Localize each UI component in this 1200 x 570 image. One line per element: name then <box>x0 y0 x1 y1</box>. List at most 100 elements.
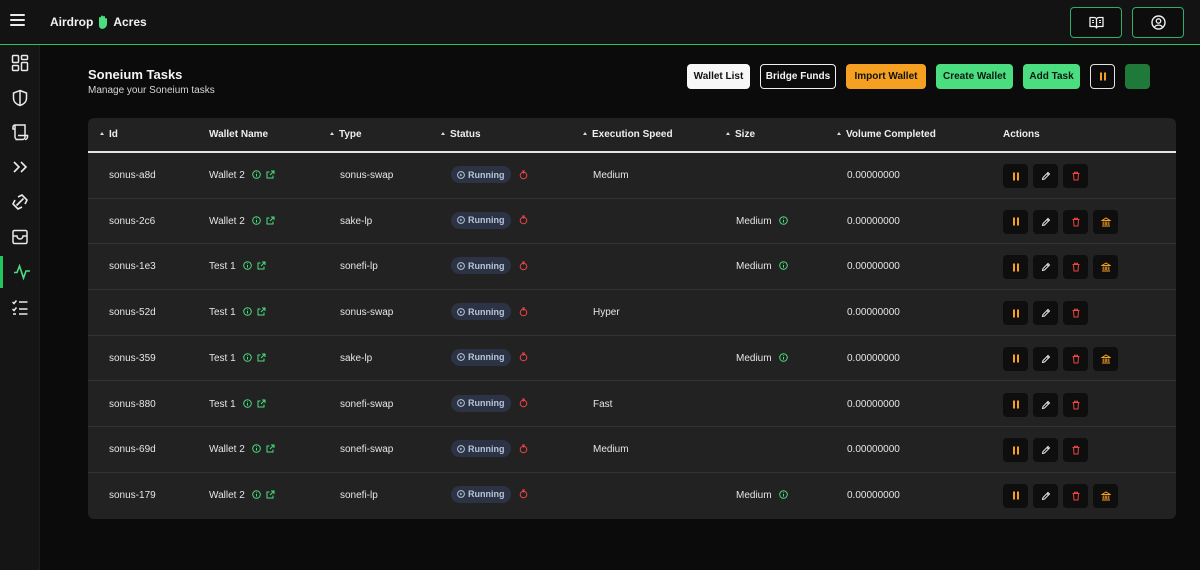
sidebar-item-scroll[interactable] <box>0 116 40 148</box>
column-header-id[interactable]: Id <box>100 129 118 140</box>
column-header-execution-speed[interactable]: Execution Speed <box>583 129 673 140</box>
sidebar-item-inbox[interactable] <box>0 221 40 253</box>
table-row: sonus-69d Wallet 2 sonefi-swap Running Mediu… <box>88 427 1176 473</box>
row-actions <box>1003 164 1088 188</box>
pause-task-button[interactable] <box>1003 255 1028 280</box>
external-link-icon[interactable] <box>257 261 266 273</box>
brand[interactable]: Airdrop Acres <box>50 15 147 29</box>
stop-timer-icon[interactable] <box>519 261 528 271</box>
pause-task-button[interactable] <box>1003 301 1028 326</box>
delete-task-button[interactable] <box>1063 346 1088 371</box>
external-link-icon[interactable] <box>266 490 275 502</box>
external-link-icon[interactable] <box>266 170 275 182</box>
delete-task-button[interactable] <box>1063 209 1088 234</box>
external-link-icon[interactable] <box>257 307 266 319</box>
pause-all-button[interactable] <box>1090 64 1115 89</box>
withdraw-liquidity-button[interactable] <box>1093 346 1118 371</box>
info-icon[interactable] <box>778 352 788 365</box>
column-header-size[interactable]: Size <box>726 129 755 140</box>
stop-timer-icon[interactable] <box>519 489 528 499</box>
task-type: sonus-swap <box>340 307 394 319</box>
bridge-funds-button[interactable]: Bridge Funds <box>760 64 836 89</box>
sidebar-item-forward[interactable] <box>0 151 40 183</box>
status-badge: Running <box>451 348 511 366</box>
status-label: Running <box>468 443 505 454</box>
external-link-icon[interactable] <box>257 353 266 365</box>
edit-task-button[interactable] <box>1033 346 1058 371</box>
user-circle-icon <box>1150 15 1166 30</box>
chevrons-right-icon <box>13 161 28 173</box>
pause-task-button[interactable] <box>1003 164 1028 188</box>
external-link-icon[interactable] <box>257 399 266 411</box>
pause-task-button[interactable] <box>1003 209 1028 234</box>
table-row: sonus-a8d Wallet 2 sonus-swap Running Medium… <box>88 153 1176 199</box>
edit-task-button[interactable] <box>1033 164 1058 188</box>
add-task-button[interactable]: Add Task <box>1023 64 1080 89</box>
stop-timer-icon[interactable] <box>519 170 528 180</box>
column-label: Id <box>109 129 118 140</box>
pause-task-button[interactable] <box>1003 392 1028 417</box>
delete-task-button[interactable] <box>1063 301 1088 326</box>
withdraw-liquidity-button[interactable] <box>1093 483 1118 508</box>
stop-timer-icon[interactable] <box>519 215 528 225</box>
wallet-name: Test 1 <box>209 261 236 273</box>
pause-icon <box>1012 446 1020 455</box>
create-wallet-button[interactable]: Create Wallet <box>936 64 1013 89</box>
table-row: sonus-52d Test 1 sonus-swap Running Hyper 0.0… <box>88 290 1176 336</box>
import-wallet-button[interactable]: Import Wallet <box>846 64 926 89</box>
sidebar-item-activity[interactable] <box>0 256 40 288</box>
status-label: Running <box>468 169 505 180</box>
delete-task-button[interactable] <box>1063 483 1088 508</box>
edit-task-button[interactable] <box>1033 255 1058 280</box>
status-label: Running <box>468 260 505 271</box>
info-icon[interactable] <box>778 490 788 502</box>
info-icon[interactable] <box>251 444 261 456</box>
edit-task-button[interactable] <box>1033 209 1058 234</box>
stop-timer-icon[interactable] <box>519 307 528 317</box>
info-icon[interactable] <box>778 261 788 273</box>
table-row: sonus-1e3 Test 1 sonefi-lp Running Medium 0.0… <box>88 244 1176 291</box>
status-badge: Running <box>451 257 511 275</box>
wallet-list-button[interactable]: Wallet List <box>687 64 750 89</box>
edit-task-button[interactable] <box>1033 392 1058 417</box>
stop-timer-icon[interactable] <box>519 444 528 454</box>
docs-button[interactable] <box>1070 7 1122 38</box>
pause-task-button[interactable] <box>1003 438 1028 463</box>
pause-task-button[interactable] <box>1003 483 1028 508</box>
withdraw-liquidity-button[interactable] <box>1093 209 1118 234</box>
info-icon[interactable] <box>251 215 261 228</box>
column-label: Actions <box>1003 129 1040 140</box>
column-header-status[interactable]: Status <box>441 129 481 140</box>
delete-task-button[interactable] <box>1063 438 1088 463</box>
edit-task-button[interactable] <box>1033 301 1058 326</box>
column-header-type[interactable]: Type <box>330 129 362 140</box>
info-icon[interactable] <box>242 307 252 319</box>
column-header-volume-completed[interactable]: Volume Completed <box>837 129 936 140</box>
info-icon[interactable] <box>778 215 788 228</box>
profile-button[interactable] <box>1132 7 1184 38</box>
sidebar-item-bridge[interactable] <box>0 186 40 218</box>
edit-task-button[interactable] <box>1033 483 1058 508</box>
delete-task-button[interactable] <box>1063 164 1088 188</box>
info-icon[interactable] <box>242 261 252 273</box>
pause-task-button[interactable] <box>1003 346 1028 371</box>
execution-speed: Medium <box>593 170 629 181</box>
info-icon[interactable] <box>251 490 261 502</box>
delete-task-button[interactable] <box>1063 255 1088 280</box>
external-link-icon[interactable] <box>266 216 275 228</box>
hamburger-icon[interactable] <box>10 14 26 28</box>
execution-speed: Fast <box>593 398 613 410</box>
stop-timer-icon[interactable] <box>519 398 528 408</box>
info-icon[interactable] <box>251 170 261 182</box>
delete-task-button[interactable] <box>1063 392 1088 417</box>
start-all-button[interactable] <box>1125 64 1150 89</box>
edit-task-button[interactable] <box>1033 438 1058 463</box>
sidebar-item-dashboard[interactable] <box>0 47 40 79</box>
sidebar-item-security[interactable] <box>0 82 40 114</box>
external-link-icon[interactable] <box>266 444 275 456</box>
info-icon[interactable] <box>242 398 252 411</box>
stop-timer-icon[interactable] <box>519 352 528 362</box>
sidebar-item-tasks[interactable] <box>0 291 40 323</box>
withdraw-liquidity-button[interactable] <box>1093 255 1118 280</box>
info-icon[interactable] <box>242 352 252 365</box>
